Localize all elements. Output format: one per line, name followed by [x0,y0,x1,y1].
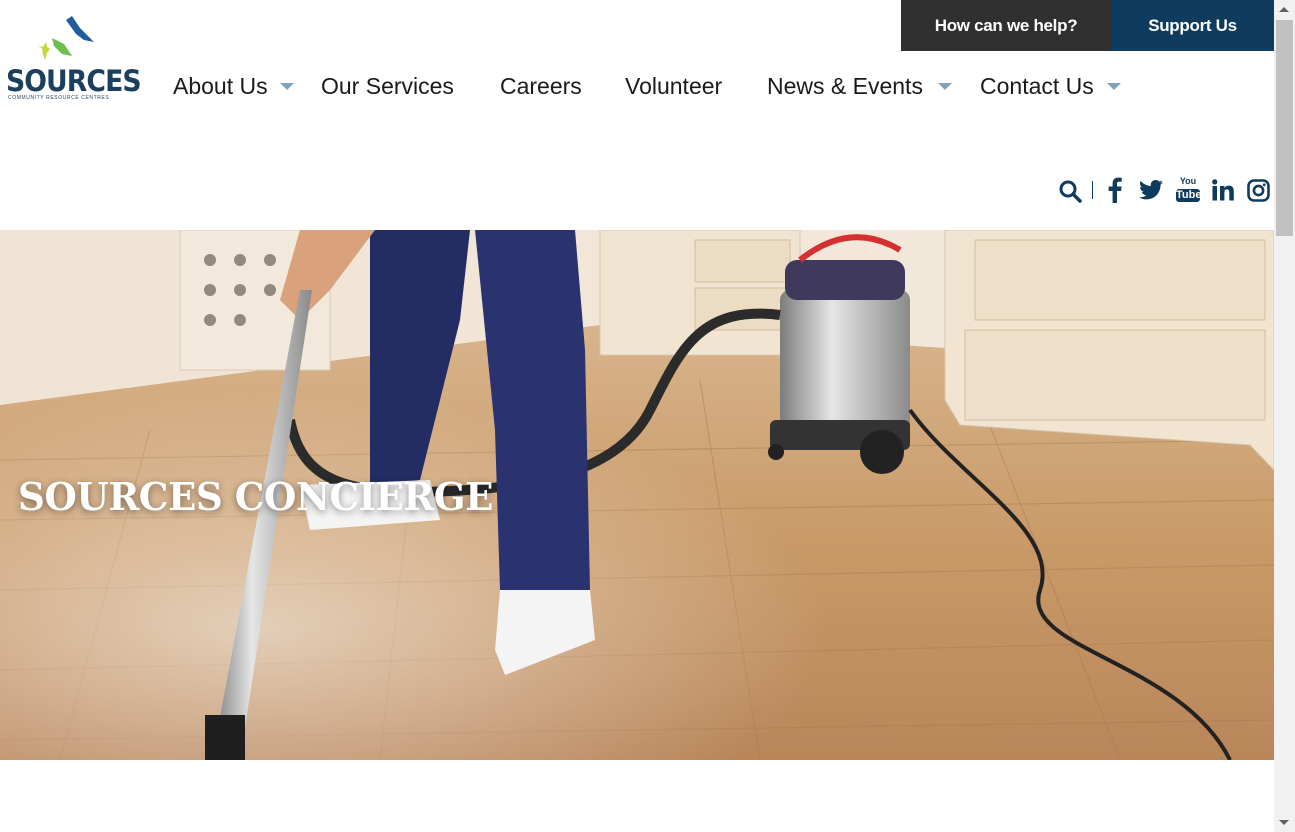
how-can-we-help-button[interactable]: How can we help? [901,0,1111,51]
nav-item-about-us[interactable]: About Us [173,72,268,100]
hero-banner: SOURCES CONCIERGE [0,230,1274,760]
scroll-down-icon[interactable] [1279,820,1289,825]
nav-item-careers[interactable]: Careers [500,72,582,100]
birds-logo-icon [38,16,94,60]
utility-bar: How can we help? Support Us [901,0,1274,51]
nav-item-label: Careers [500,73,582,99]
scroll-thumb[interactable] [1276,20,1293,236]
support-us-button[interactable]: Support Us [1111,0,1274,51]
search-icon[interactable] [1058,179,1082,203]
nav-item-volunteer[interactable]: Volunteer [625,72,722,100]
nav-item-label: Contact Us [980,73,1094,99]
facebook-icon[interactable] [1108,177,1122,203]
scroll-up-icon[interactable] [1279,7,1289,12]
chevron-down-icon[interactable] [938,83,952,90]
youtube-icon[interactable]: You Tube [1176,176,1202,204]
twitter-icon[interactable] [1139,180,1163,200]
linkedin-icon[interactable] [1212,179,1234,201]
logo-wordmark: SOURCES [6,64,142,98]
youtube-text-top: You [1179,176,1197,186]
logo-tagline: COMMUNITY RESOURCE CENTRES [8,95,110,101]
nav-item-news-events[interactable]: News & Events [767,72,923,100]
nav-item-label: Our Services [321,73,454,99]
social-divider [1092,181,1093,199]
youtube-text-bottom: Tube [1176,189,1202,202]
nav-item-our-services[interactable]: Our Services [321,72,454,100]
site-logo[interactable]: SOURCES COMMUNITY RESOURCE CENTRES [4,14,142,102]
chevron-down-icon[interactable] [280,83,294,90]
scrollbar[interactable] [1274,0,1295,832]
nav-item-label: News & Events [767,73,923,99]
instagram-icon[interactable] [1247,179,1270,202]
chevron-down-icon[interactable] [1107,83,1121,90]
nav-item-contact-us[interactable]: Contact Us [980,72,1094,100]
nav-item-label: Volunteer [625,73,723,99]
page-title: SOURCES CONCIERGE [18,474,494,519]
nav-item-label: About Us [173,73,268,99]
